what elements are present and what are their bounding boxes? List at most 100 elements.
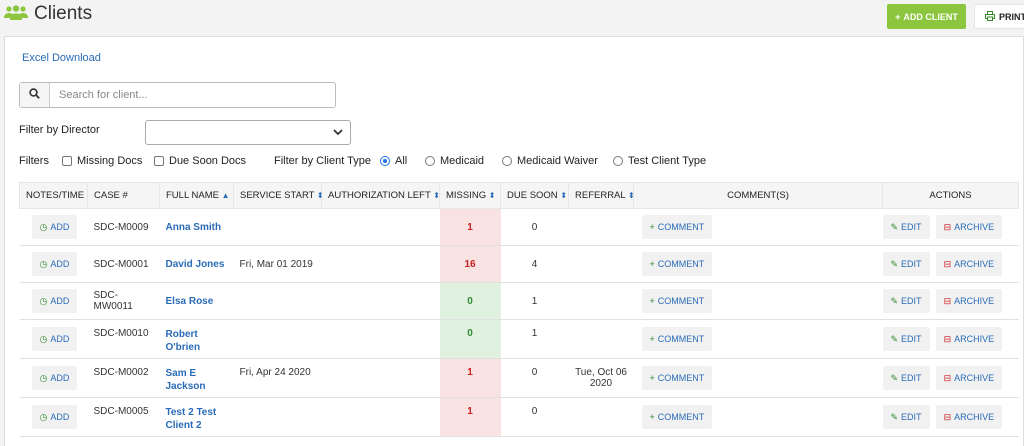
edit-button[interactable]: ✎ EDIT (882, 289, 930, 313)
client-type-test[interactable]: Test Client Type (613, 155, 706, 167)
edit-button[interactable]: ✎ EDIT (882, 366, 930, 390)
print-button[interactable]: PRINT (974, 4, 1024, 29)
due-soon-docs-label: Due Soon Docs (169, 155, 247, 167)
col-authorization-left[interactable]: AUTHORIZATION LEFT ⬍ (321, 182, 440, 209)
add-comment-button[interactable]: + COMMENT (641, 289, 713, 313)
table-row: ◷ ADD SDC-M0010 Robert O'brien 0 1 + COMMENT ✎ EDI… (19, 319, 1019, 359)
clock-icon: ◷ (39, 372, 48, 383)
add-note-button[interactable]: ◷ ADD (31, 215, 78, 239)
add-comment-button[interactable]: + COMMENT (641, 215, 713, 239)
full-name-cell: Test 2 Test Client 2 (159, 397, 234, 437)
add-client-button[interactable]: + ADD CLIENT (887, 4, 966, 29)
authorization-left-cell (321, 208, 440, 246)
due-soon-cell: 0 (500, 397, 569, 437)
edit-button[interactable]: ✎ EDIT (882, 252, 930, 276)
comment-label: COMMENT (657, 334, 705, 344)
add-note-button[interactable]: ◷ ADD (31, 327, 78, 351)
client-name-link[interactable]: Robert O'brien (166, 329, 201, 353)
edit-label: EDIT (901, 334, 922, 344)
col-missing[interactable]: MISSING ⬍ (439, 182, 501, 209)
search-input[interactable] (50, 83, 335, 107)
archive-button[interactable]: ⊟ ARCHIVE (935, 405, 1003, 429)
archive-icon: ⊟ (943, 372, 952, 383)
add-note-button[interactable]: ◷ ADD (31, 289, 78, 313)
client-type-all-radio[interactable] (380, 156, 390, 166)
archive-button[interactable]: ⊟ ARCHIVE (935, 289, 1003, 313)
comment-label: COMMENT (657, 222, 705, 232)
archive-button[interactable]: ⊟ ARCHIVE (935, 327, 1003, 351)
archive-button[interactable]: ⊟ ARCHIVE (935, 215, 1003, 239)
add-comment-button[interactable]: + COMMENT (641, 366, 713, 390)
search-button[interactable] (20, 83, 50, 107)
actions-cell: ✎ EDIT ⊟ ARCHIVE (882, 358, 1019, 398)
edit-button[interactable]: ✎ EDIT (882, 327, 930, 351)
col-referral[interactable]: REFERRAL ⬍ (568, 182, 635, 209)
filter-director-select[interactable] (145, 120, 351, 145)
missing-count: 16 (464, 258, 476, 270)
authorization-left-cell (321, 245, 440, 283)
table-header-row: NOTES/TIME CASE # FULL NAME ▲ SERVICE ST… (19, 182, 1019, 209)
missing-docs-filter[interactable]: Missing Docs (62, 155, 142, 167)
referral-cell (568, 245, 634, 283)
case-cell: SDC-MW0011 (87, 282, 160, 320)
col-service-start[interactable]: SERVICE START ⬍ (233, 182, 324, 209)
table-row: ◷ ADD SDC-M0005 Test 2 Test Client 2 1 0 + COMME… (19, 397, 1019, 437)
missing-docs-label: Missing Docs (77, 155, 143, 167)
table-row: ◷ ADD SDC-M0001 David Jones Fri, Mar 01 2019… (19, 245, 1019, 283)
due-soon-docs-filter[interactable]: Due Soon Docs (154, 155, 246, 167)
comments-cell: + COMMENT (633, 319, 883, 359)
missing-docs-checkbox[interactable] (62, 156, 72, 166)
excel-download-link[interactable]: Excel Download (22, 52, 101, 64)
client-name-link[interactable]: Sam E Jackson (166, 368, 206, 392)
add-note-button[interactable]: ◷ ADD (31, 405, 78, 429)
client-type-all[interactable]: All (380, 155, 407, 167)
client-type-medicaid[interactable]: Medicaid (425, 155, 484, 167)
client-type-medicaid-label: Medicaid (440, 155, 485, 167)
referral-cell (568, 208, 634, 246)
add-client-label: ADD CLIENT (903, 11, 958, 22)
add-note-button[interactable]: ◷ ADD (31, 252, 78, 276)
page-title-text: Clients (34, 3, 93, 24)
notes-cell: ◷ ADD (19, 208, 88, 246)
missing-count: 1 (467, 367, 473, 378)
full-name-cell: Robert O'brien (159, 319, 234, 359)
add-note-button[interactable]: ◷ ADD (31, 366, 78, 390)
table-row: ◷ ADD SDC-M0009 Anna Smith 1 0 + COMMENT ✎ EDIT ⊟ A… (19, 208, 1019, 246)
missing-cell: 0 (439, 319, 501, 359)
service-start-cell: Fri, Mar 01 2019 (233, 245, 322, 283)
col-due-soon[interactable]: DUE SOON ⬍ (500, 182, 569, 209)
comment-label: COMMENT (657, 412, 705, 422)
page-title: Clients (4, 3, 92, 25)
add-comment-button[interactable]: + COMMENT (641, 327, 713, 351)
archive-icon: ⊟ (943, 258, 952, 269)
archive-button[interactable]: ⊟ ARCHIVE (935, 366, 1003, 390)
pencil-icon: ✎ (890, 295, 899, 306)
col-full-name[interactable]: FULL NAME ▲ (159, 182, 234, 209)
due-soon-docs-checkbox[interactable] (154, 156, 164, 166)
archive-button[interactable]: ⊟ ARCHIVE (935, 252, 1003, 276)
edit-button[interactable]: ✎ EDIT (882, 405, 930, 429)
client-type-medicaid-radio[interactable] (425, 156, 435, 166)
full-name-cell: David Jones (159, 245, 234, 283)
add-comment-button[interactable]: + COMMENT (641, 252, 713, 276)
due-soon-cell: 1 (500, 319, 569, 359)
add-comment-button[interactable]: + COMMENT (641, 405, 713, 429)
edit-label: EDIT (901, 412, 922, 422)
archive-icon: ⊟ (943, 295, 952, 306)
edit-button[interactable]: ✎ EDIT (882, 215, 930, 239)
client-name-link[interactable]: David Jones (166, 259, 225, 270)
client-type-medicaid-waiver-label: Medicaid Waiver (517, 155, 598, 167)
clock-icon: ◷ (39, 221, 48, 232)
comment-label: COMMENT (657, 296, 705, 306)
missing-cell: 1 (439, 208, 501, 246)
comment-label: COMMENT (657, 259, 705, 269)
client-type-medicaid-waiver-radio[interactable] (502, 156, 512, 166)
client-type-medicaid-waiver[interactable]: Medicaid Waiver (502, 155, 598, 167)
client-type-test-radio[interactable] (613, 156, 623, 166)
sort-icon: ⬍ (488, 191, 496, 200)
plus-icon: + (649, 412, 655, 422)
client-name-link[interactable]: Elsa Rose (166, 296, 214, 307)
client-name-link[interactable]: Anna Smith (166, 222, 222, 233)
case-cell: SDC-M0001 (87, 245, 160, 283)
client-name-link[interactable]: Test 2 Test Client 2 (166, 407, 217, 431)
